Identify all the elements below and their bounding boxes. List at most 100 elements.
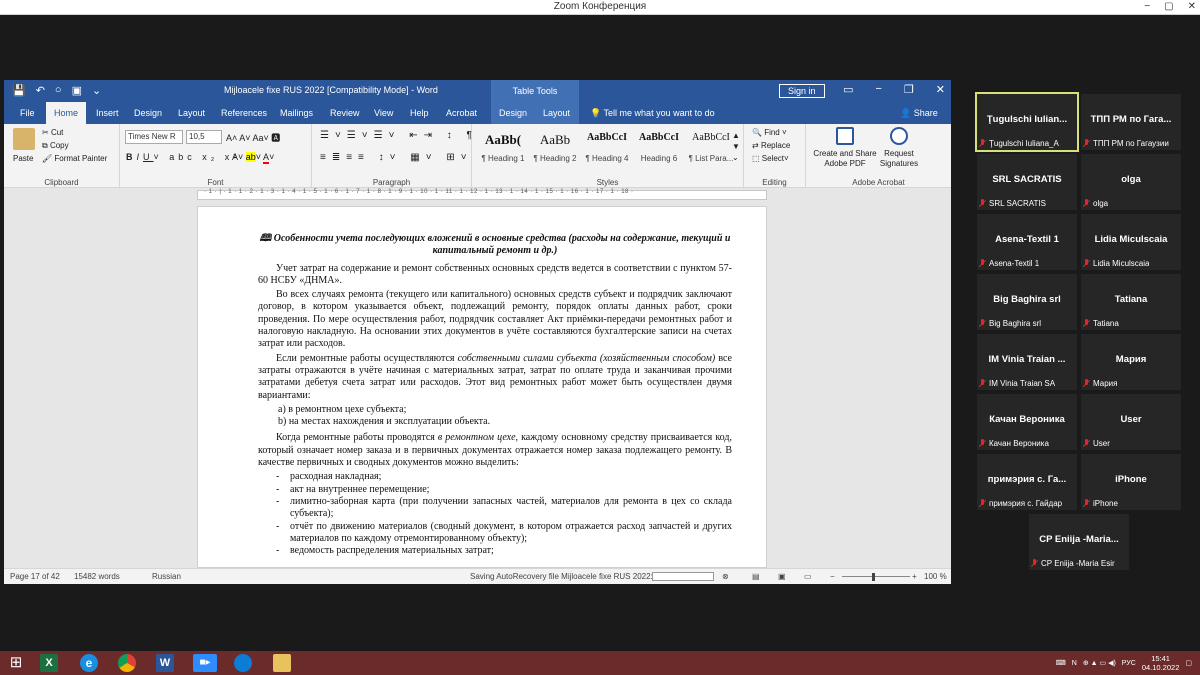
tab-table-design[interactable]: Design (491, 102, 535, 124)
zoom-slider-thumb[interactable] (872, 573, 875, 581)
list-buttons[interactable]: ☰˅☰˅☰˅ ⇤⇥ ↕ ¶ (320, 130, 478, 141)
style-heading-4[interactable]: AaBbCcI ¶ Heading 4 (582, 132, 632, 163)
notifications-icon[interactable]: ▢ (1185, 659, 1192, 667)
request-signatures-button[interactable]: Request Signatures (878, 149, 920, 169)
web-layout-icon[interactable]: ▭ (804, 572, 812, 581)
close-button[interactable]: ✕ (1188, 0, 1196, 14)
tab-acrobat[interactable]: Acrobat (438, 102, 485, 124)
redo-icon[interactable]: ○ (55, 84, 62, 97)
windows-start-icon[interactable]: ⊞ (7, 654, 25, 672)
create-pdf-button[interactable]: Create and Share Adobe PDF (812, 149, 878, 169)
create-pdf-icon[interactable] (836, 127, 854, 145)
select-button[interactable]: ⬚ Select˅ (752, 154, 789, 163)
participant-tile[interactable]: SRL SACRATIS SRL SACRATIS (977, 154, 1077, 210)
ribbon-display-icon[interactable]: ▭ (843, 83, 853, 96)
share-button[interactable]: 👤 Share (892, 102, 946, 124)
print-icon[interactable]: ▣ (72, 84, 82, 97)
language-indicator[interactable]: РУС (1122, 660, 1136, 667)
copy-button[interactable]: ⧉ Copy (42, 141, 69, 151)
tab-review[interactable]: Review (322, 102, 368, 124)
file-explorer-icon[interactable] (273, 654, 291, 672)
document-canvas[interactable]: 🕮 Особенности учета последующих вложений… (4, 202, 951, 568)
zoom-level[interactable]: 100 % (924, 572, 947, 581)
style-list-paragraph[interactable]: AaBbCcI ¶ List Para... (686, 132, 736, 163)
tab-design[interactable]: Design (126, 102, 170, 124)
sign-in-button[interactable]: Sign in (779, 84, 825, 98)
format-painter-button[interactable]: 🖌 Format Painter (42, 154, 107, 163)
excel-icon[interactable]: X (40, 654, 58, 672)
participant-tile[interactable]: CP Eniija -Maria... CP Eniija -Maria Esi… (1029, 514, 1129, 570)
style-heading-2[interactable]: AaBb ¶ Heading 2 (530, 132, 580, 163)
minimize-button[interactable]: − (1144, 0, 1150, 14)
document-body[interactable]: 🕮 Особенности учета последующих вложений… (258, 233, 732, 558)
request-signatures-icon[interactable] (890, 127, 908, 145)
zoom-in-icon[interactable]: + (912, 572, 917, 581)
word-icon[interactable]: W (156, 654, 174, 672)
participant-tile[interactable]: Мария Мария (1081, 334, 1181, 390)
tab-file[interactable]: File (12, 102, 43, 124)
horizontal-ruler[interactable]: · 1 · | · 1 · 1 · 2 · 1 · 3 · 1 · 4 · 1 … (4, 188, 951, 202)
text-color-buttons[interactable]: A˅ ab˅ A˅ (232, 152, 274, 164)
language-indicator[interactable]: Russian (152, 572, 181, 581)
alignment-buttons[interactable]: ≡≣≡≡ ↕˅ ▦˅ ⊞˅ (320, 152, 473, 163)
paste-button[interactable]: Paste (13, 154, 33, 163)
zoom-app-icon[interactable]: ■▸ (193, 654, 217, 672)
participant-tile[interactable]: iPhone iPhone (1081, 454, 1181, 510)
tab-home[interactable]: Home (46, 102, 87, 124)
participant-tile[interactable]: Asena-Textil 1 Asena-Textil 1 (977, 214, 1077, 270)
page-count[interactable]: Page 17 of 42 (10, 572, 60, 581)
font-grow-shrink-icons[interactable]: A˄ A˅ Aa˅ 🅰 (226, 131, 280, 144)
print-layout-icon[interactable]: ▣ (778, 572, 786, 581)
participant-tile[interactable]: примэрия с. Га... примэрия с. Гайдар (977, 454, 1077, 510)
tab-view[interactable]: View (366, 102, 401, 124)
style-heading-6[interactable]: AaBbCcI Heading 6 (634, 132, 684, 163)
word-restore-button[interactable]: ❐ (904, 83, 914, 96)
styles-scroll-icon[interactable]: ▲ ▼ ⌄ (732, 130, 740, 163)
font-size-select[interactable]: 10,5 (186, 130, 222, 144)
participant-tile[interactable]: IM Vinia Traian ... IM Vinia Traian SA (977, 334, 1077, 390)
tab-table-layout[interactable]: Layout (535, 102, 579, 124)
chrome-icon[interactable] (118, 654, 136, 672)
font-family-select[interactable]: Times New R (125, 130, 183, 144)
participant-tile[interactable]: Качан Вероника Качан Вероника (977, 394, 1077, 450)
word-count[interactable]: 15482 words (74, 572, 120, 581)
tray-app-icons[interactable]: ⊕ ▲ ▭ ◀) (1083, 659, 1116, 667)
word-close-button[interactable]: ✕ (936, 83, 945, 96)
style-heading-1[interactable]: AaBb( ¶ Heading 1 (478, 132, 528, 163)
focus-mode-icon[interactable]: ▤ (752, 572, 760, 581)
edge-icon[interactable] (234, 654, 252, 672)
participant-tile[interactable]: Tatiana Tatiana (1081, 274, 1181, 330)
tab-layout[interactable]: Layout (170, 102, 213, 124)
replace-button[interactable]: ⇄ Replace (752, 141, 790, 150)
tab-insert[interactable]: Insert (88, 102, 127, 124)
find-button[interactable]: 🔍 Find ˅ (752, 128, 787, 137)
undo-icon[interactable]: ↶ (36, 84, 45, 97)
tab-mailings[interactable]: Mailings (272, 102, 321, 124)
customize-icon[interactable]: ⌄ (92, 84, 101, 97)
shared-screen-word[interactable]: 💾 ↶ ○ ▣ ⌄ Mijloacele fixe RUS 2022 [Comp… (4, 80, 951, 584)
maximize-button[interactable]: ▢ (1164, 0, 1173, 14)
participant-tile[interactable]: Lidia Miculscaia Lidia Miculscaia (1081, 214, 1181, 270)
save-icon[interactable]: 💾 (12, 84, 26, 97)
cut-button[interactable]: ✂ Cut (42, 128, 63, 137)
paste-icon[interactable] (13, 128, 35, 150)
participant-tile[interactable]: ТПП РМ по Гага... ТПП РМ по Гагаузии (1081, 94, 1181, 150)
onenote-icon[interactable]: N (1072, 660, 1077, 667)
participant-tile[interactable]: Big Baghira srl Big Baghira srl (977, 274, 1077, 330)
document-page[interactable]: 🕮 Особенности учета последующих вложений… (197, 206, 767, 568)
tab-help[interactable]: Help (402, 102, 437, 124)
participant-tile[interactable]: olga olga (1081, 154, 1181, 210)
tab-references[interactable]: References (213, 102, 275, 124)
cancel-save-icon[interactable]: ⊗ (722, 572, 729, 581)
cut-label: Cut (50, 128, 64, 137)
keyboard-icon[interactable]: ⌨ (1056, 659, 1066, 667)
internet-explorer-icon[interactable]: e (80, 654, 98, 672)
zoom-slider[interactable] (842, 576, 910, 577)
participant-tile[interactable]: User User (1081, 394, 1181, 450)
zoom-out-icon[interactable]: − (830, 572, 835, 581)
word-minimize-button[interactable]: − (875, 83, 881, 96)
font-format-buttons[interactable]: BIU˅ abc x₂ x² (126, 152, 240, 162)
tell-me-search[interactable]: 💡 Tell me what you want to do (582, 102, 723, 124)
system-clock[interactable]: 15:41 04.10.2022 (1142, 654, 1180, 672)
participant-tile[interactable]: Ţugulschi Iulian... Ţugulschi Iuliana_A (975, 92, 1079, 152)
